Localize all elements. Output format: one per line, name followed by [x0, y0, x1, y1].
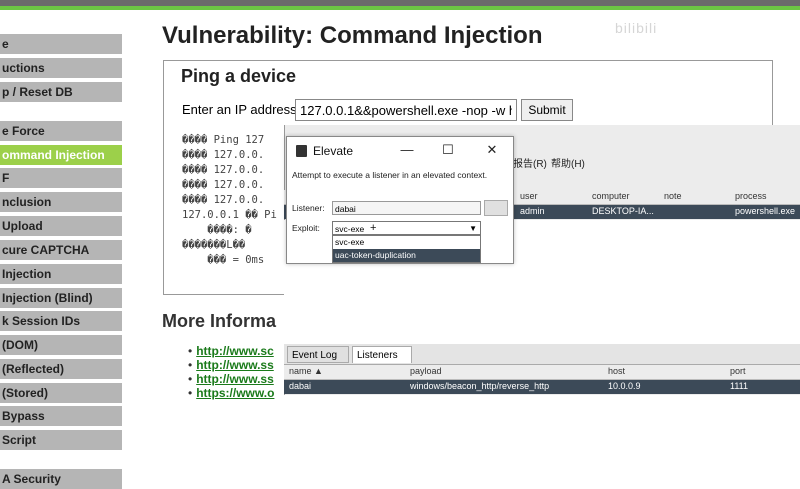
listener-port: 1111 — [730, 381, 749, 391]
ping-output-line: ����: � — [182, 224, 252, 236]
exploit-selected-value: svc-exe — [335, 224, 365, 234]
ip-input[interactable] — [295, 99, 517, 121]
sidebar-item-command-injection[interactable]: ommand Injection — [0, 145, 122, 165]
sidebar-item-instructions[interactable]: uctions — [0, 58, 122, 78]
chevron-down-icon[interactable]: ▼ — [469, 222, 477, 236]
bullet-icon: • — [188, 386, 193, 400]
ping-output: ���� Ping 127 ���� 127.0.0. ���� 127.0.0. �… — [182, 133, 277, 268]
ping-output-line: ��� = 0ms — [182, 254, 265, 266]
video-watermark: bilibili — [615, 20, 658, 36]
sidebar-item-csrf[interactable]: F — [0, 168, 122, 188]
listener-choose-button[interactable] — [484, 200, 508, 216]
column-note[interactable]: note — [664, 191, 682, 201]
sidebar-item-xss-stored[interactable]: (Stored) — [0, 383, 122, 403]
dialog-titlebar[interactable]: Elevate — ☐ ✕ — [287, 137, 513, 165]
sidebar-item-setup-reset-db[interactable]: p / Reset DB — [0, 82, 122, 102]
close-icon[interactable]: ✕ — [482, 141, 502, 159]
menu-reports[interactable]: 报告(R) — [513, 156, 547, 173]
ping-output-line: ���� 127.0.0. — [182, 149, 265, 161]
bullet-icon: • — [188, 344, 193, 358]
tab-label: Event Log — [292, 350, 338, 361]
sidebar-item-javascript[interactable]: Script — [0, 430, 122, 450]
column-user[interactable]: user — [520, 191, 538, 201]
reference-link[interactable]: http://www.ss — [196, 372, 274, 386]
listeners-table-header: name ▲ payload host port — [284, 365, 800, 380]
sidebar-item-sql-injection[interactable]: Injection — [0, 264, 122, 284]
beacon-computer: DESKTOP-IA... — [592, 206, 654, 216]
maximize-icon[interactable]: ☐ — [438, 141, 458, 159]
tab-event-log[interactable]: Event Log X — [287, 346, 349, 378]
cs-tabbar: Event Log X Listeners X — [284, 344, 800, 378]
page-title: Vulnerability: Command Injection — [162, 22, 543, 49]
cs-menubar: 报告(R) 帮助(H) — [509, 156, 800, 173]
reference-link[interactable]: https://www.o — [196, 386, 274, 400]
dialog-title: Elevate — [313, 144, 354, 158]
column-process[interactable]: process — [735, 191, 767, 201]
reference-link[interactable]: http://www.ss — [196, 358, 274, 372]
listener-label: Listener: — [292, 203, 325, 213]
dropdown-option-uac-token-duplication[interactable]: uac-token-duplication — [333, 249, 480, 262]
reference-link[interactable]: http://www.sc — [196, 344, 274, 358]
sidebar-item-weak-session-ids[interactable]: k Session IDs — [0, 311, 122, 331]
list-item: • https://www.o — [188, 386, 274, 400]
sidebar-item-insecure-captcha[interactable]: cure CAPTCHA — [0, 240, 122, 260]
exploit-label: Exploit: — [292, 223, 320, 233]
dialog-description: Attempt to execute a listener in an elev… — [292, 170, 488, 180]
ip-label: Enter an IP address: — [182, 102, 301, 117]
app-icon — [296, 145, 307, 157]
listener-host: 10.0.0.9 — [608, 381, 641, 391]
ping-output-line: ���� Ping 127 — [182, 134, 265, 146]
ping-output-line: ���� 127.0.0. — [182, 164, 265, 176]
menu-help[interactable]: 帮助(H) — [551, 156, 585, 173]
sidebar-item-home[interactable]: e — [0, 34, 122, 54]
beacon-user: admin — [520, 206, 545, 216]
bullet-icon: • — [188, 372, 193, 386]
elevate-dialog: Elevate — ☐ ✕ Attempt to execute a liste… — [286, 136, 514, 264]
top-banner — [0, 0, 800, 10]
column-computer[interactable]: computer — [592, 191, 630, 201]
listeners-list-area — [284, 395, 800, 480]
list-item: • http://www.sc — [188, 344, 274, 358]
mouse-cursor-icon: + — [370, 222, 377, 234]
exploit-select[interactable]: svc-exe ▼ — [332, 221, 481, 235]
minimize-icon[interactable]: — — [397, 141, 417, 159]
sidebar-item-sql-injection-blind[interactable]: Injection (Blind) — [0, 288, 122, 308]
sidebar-item-dvwa-security[interactable]: A Security — [0, 469, 122, 489]
ping-output-line: ���� 127.0.0. — [182, 194, 265, 206]
top-banner-accent — [0, 6, 800, 10]
ping-output-line: ���� 127.0.0. — [182, 179, 265, 191]
tab-listeners[interactable]: Listeners X — [352, 346, 412, 378]
tab-label: Listeners — [357, 350, 398, 361]
more-info-heading: More Informa — [162, 311, 277, 331]
column-port[interactable]: port — [730, 366, 746, 376]
ping-heading: Ping a device — [181, 66, 297, 86]
sidebar-item-file-inclusion[interactable]: nclusion — [0, 192, 122, 212]
sidebar-item-xss-reflected[interactable]: (Reflected) — [0, 359, 122, 379]
column-host[interactable]: host — [608, 366, 625, 376]
sidebar-item-csp-bypass[interactable]: Bypass — [0, 406, 122, 426]
ping-output-line: �������L�� — [182, 239, 246, 251]
sidebar-item-file-upload[interactable]: Upload — [0, 216, 122, 236]
bullet-icon: • — [188, 358, 193, 372]
table-row[interactable]: dabai windows/beacon_http/reverse_http 1… — [284, 380, 800, 394]
list-item: • http://www.ss — [188, 358, 274, 372]
submit-button[interactable]: Submit — [521, 99, 573, 121]
dropdown-option-svc-exe[interactable]: svc-exe — [333, 236, 480, 249]
column-name[interactable]: name ▲ — [289, 366, 323, 376]
ping-output-line: 127.0.0.1 �� Pi — [182, 209, 277, 221]
list-item: • http://www.ss — [188, 372, 274, 386]
listener-field[interactable]: dabai — [332, 201, 481, 215]
more-info-links: • http://www.sc • http://www.ss • http://ww… — [188, 344, 274, 400]
exploit-dropdown: svc-exe uac-token-duplication — [332, 235, 481, 263]
sidebar-item-xss-dom[interactable]: (DOM) — [0, 335, 122, 355]
column-payload[interactable]: payload — [410, 366, 442, 376]
listener-name: dabai — [289, 381, 312, 391]
listener-payload: windows/beacon_http/reverse_http — [410, 381, 550, 391]
beacon-process: powershell.exe — [735, 206, 796, 216]
sidebar-item-brute-force[interactable]: e Force — [0, 121, 122, 141]
